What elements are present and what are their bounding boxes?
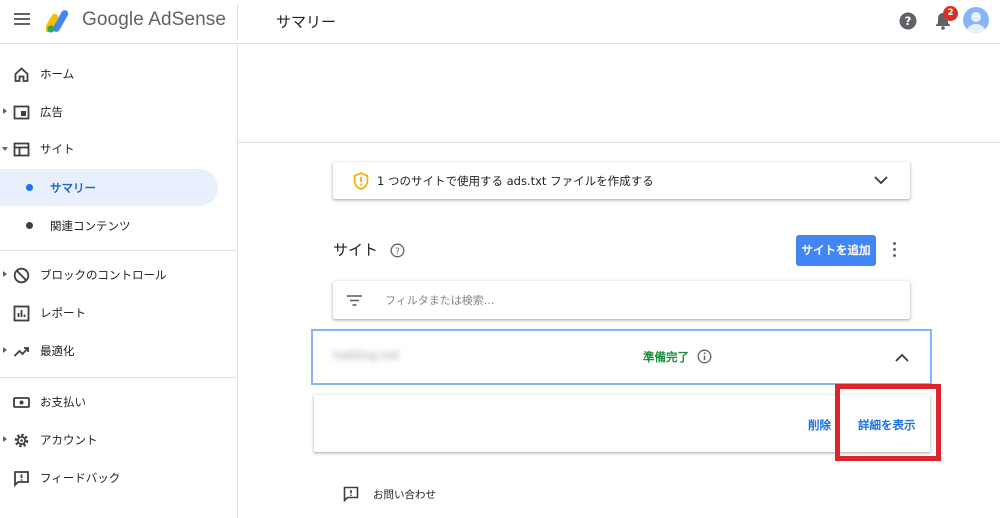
contact-us-link[interactable]: お問い合わせ bbox=[340, 483, 490, 505]
site-row[interactable]: hatblog.net 準備完了 bbox=[311, 329, 932, 385]
bullet-dot-icon bbox=[26, 222, 33, 229]
sidebar-item-label: アカウント bbox=[40, 433, 98, 447]
expand-caret-icon[interactable] bbox=[3, 108, 7, 114]
sidebar-item-label: フィードバック bbox=[40, 471, 121, 485]
filter-icon[interactable] bbox=[347, 295, 362, 306]
sidebar-item-label: お支払い bbox=[40, 395, 86, 409]
active-dot-icon bbox=[26, 184, 33, 191]
help-icon[interactable]: ? bbox=[899, 12, 917, 30]
ads-txt-notice[interactable]: 1 つのサイトで使用する ads.txt ファイルを作成する bbox=[333, 162, 910, 199]
sidebar-divider bbox=[0, 250, 238, 251]
menu-icon[interactable] bbox=[14, 13, 30, 27]
collapse-caret-icon[interactable] bbox=[2, 147, 8, 151]
reports-icon bbox=[13, 305, 30, 322]
filter-bar bbox=[333, 281, 910, 319]
sidebar-item-ads[interactable]: 広告 bbox=[0, 94, 238, 130]
sidebar-item-optimization[interactable]: 最適化 bbox=[0, 333, 238, 369]
sidebar-item-label: レポート bbox=[40, 306, 86, 320]
sidebar: ホーム 広告 サイト サマリー 関連コンテンツ ブロックのコントロール レポート… bbox=[0, 45, 238, 518]
notification-badge: 2 bbox=[943, 6, 958, 21]
page-title: サマリー bbox=[276, 13, 337, 31]
search-input[interactable] bbox=[385, 288, 885, 312]
more-vert-icon[interactable] bbox=[890, 242, 898, 260]
adsense-logo-icon[interactable] bbox=[46, 8, 74, 34]
expand-caret-icon[interactable] bbox=[3, 271, 7, 277]
sidebar-item-label: サイト bbox=[40, 142, 75, 156]
trending-up-icon bbox=[13, 347, 29, 357]
info-icon[interactable] bbox=[697, 349, 712, 364]
sidebar-item-reports[interactable]: レポート bbox=[0, 295, 238, 331]
feedback-icon bbox=[14, 471, 29, 487]
sidebar-item-label: 最適化 bbox=[40, 344, 75, 358]
site-name: hatblog.net bbox=[333, 348, 400, 362]
sidebar-item-label: 関連コンテンツ bbox=[50, 219, 131, 233]
chevron-up-icon[interactable] bbox=[894, 352, 910, 364]
app-name: Google AdSense bbox=[82, 9, 227, 30]
sidebar-item-label: ブロックのコントロール bbox=[40, 268, 167, 282]
header-divider bbox=[238, 142, 1000, 143]
sidebar-subitem-related-content[interactable]: 関連コンテンツ bbox=[0, 207, 218, 244]
feedback-icon bbox=[343, 486, 359, 502]
status-badge: 準備完了 bbox=[643, 350, 689, 364]
sidebar-item-payments[interactable]: お支払い bbox=[0, 384, 238, 420]
contact-us-label: お問い合わせ bbox=[373, 489, 436, 501]
avatar[interactable] bbox=[963, 7, 989, 33]
delete-button[interactable]: 削除 bbox=[808, 417, 831, 433]
sidebar-item-label: ホーム bbox=[40, 67, 75, 81]
ads-txt-notice-text: 1 つのサイトで使用する ads.txt ファイルを作成する bbox=[377, 174, 654, 188]
svg-text:?: ? bbox=[905, 14, 912, 28]
payments-icon bbox=[13, 397, 30, 408]
sidebar-item-home[interactable]: ホーム bbox=[0, 56, 238, 92]
top-app-bar: Google AdSense サマリー ? 2 bbox=[0, 0, 1000, 44]
help-outline-icon[interactable]: ? bbox=[390, 243, 405, 258]
ads-icon bbox=[13, 105, 30, 120]
gear-icon bbox=[14, 433, 29, 448]
sidebar-subitem-summary[interactable]: サマリー bbox=[0, 169, 218, 206]
sidebar-item-sites[interactable]: サイト bbox=[0, 131, 238, 167]
highlight-annotation bbox=[835, 384, 941, 461]
sites-icon bbox=[13, 142, 30, 157]
expand-caret-icon[interactable] bbox=[3, 436, 7, 442]
svg-text:?: ? bbox=[395, 247, 400, 257]
sidebar-item-label: サマリー bbox=[50, 181, 96, 195]
sidebar-item-feedback[interactable]: フィードバック bbox=[0, 460, 238, 496]
sidebar-divider bbox=[0, 377, 238, 378]
sidebar-item-account[interactable]: アカウント bbox=[0, 422, 238, 458]
add-site-button[interactable]: サイトを追加 bbox=[796, 235, 876, 266]
chevron-down-icon[interactable] bbox=[873, 174, 889, 186]
topbar-divider bbox=[237, 4, 238, 40]
block-icon bbox=[13, 267, 30, 284]
sidebar-item-blocking-controls[interactable]: ブロックのコントロール bbox=[0, 257, 238, 293]
sidebar-item-label: 広告 bbox=[40, 105, 63, 119]
expand-caret-icon[interactable] bbox=[3, 347, 7, 353]
user-icon bbox=[967, 12, 985, 33]
shield-warning-icon bbox=[353, 172, 369, 190]
home-icon bbox=[14, 67, 29, 82]
sites-section-title: サイト bbox=[333, 241, 379, 259]
